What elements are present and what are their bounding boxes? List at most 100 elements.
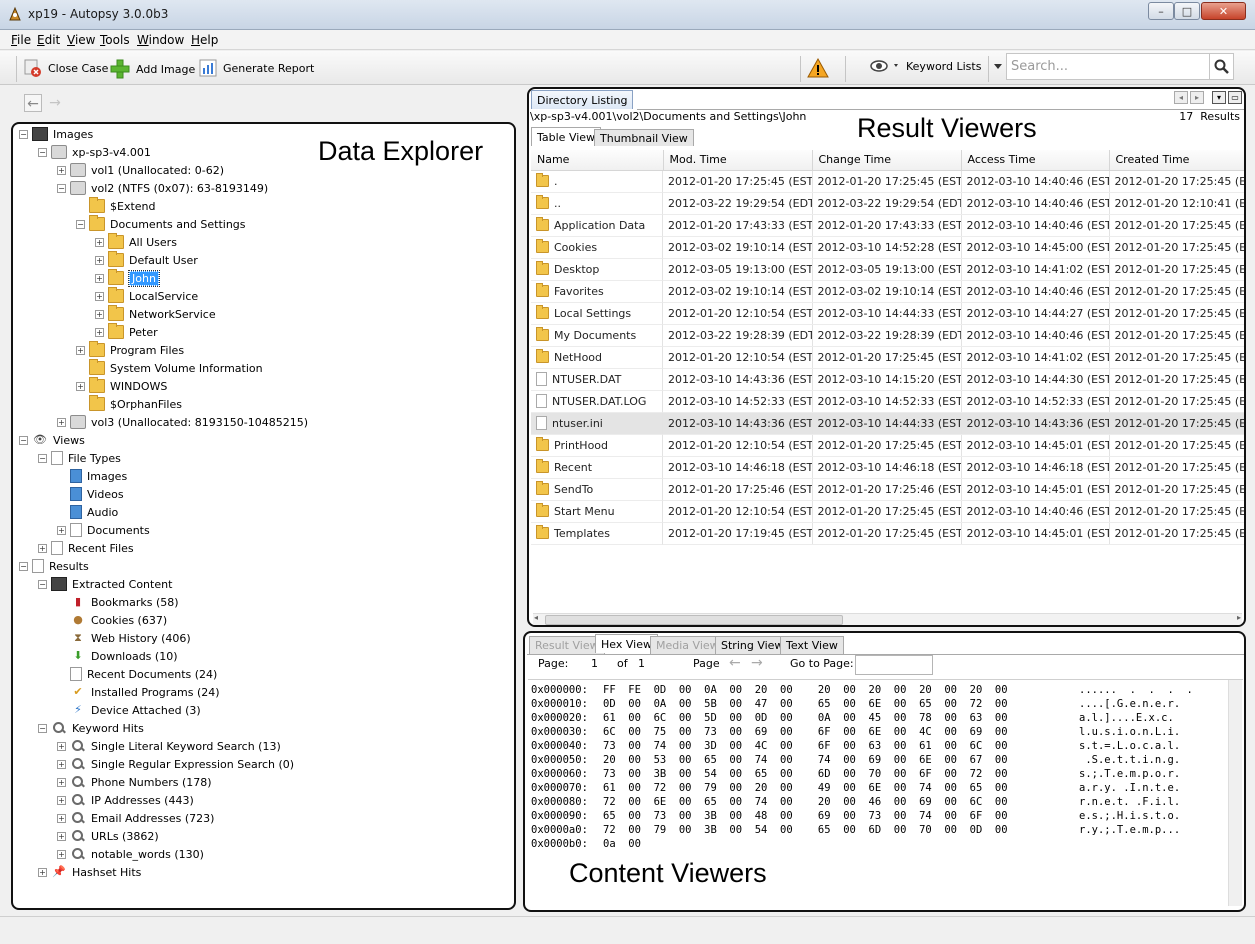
- tree-node-single-regular-expression-search-0[interactable]: + Single Regular Expression Search (0): [57, 755, 294, 773]
- table-row[interactable]: ntuser.ini 2012-03-10 14:43:36 (EST) 2012-…: [531, 412, 1244, 435]
- tab-table-view[interactable]: Table View: [531, 127, 602, 146]
- tree-node-vol3-unallocated-8193150-10485215[interactable]: + vol3 (Unallocated: 8193150-10485215): [57, 413, 308, 431]
- tree-node-cookies-637[interactable]: ● Cookies (637): [57, 611, 167, 629]
- table-row[interactable]: Recent 2012-03-10 14:46:18 (EST) 2012-03-1…: [531, 456, 1244, 479]
- tree-node-downloads-10[interactable]: ⬇ Downloads (10): [57, 647, 177, 665]
- maximize-panel-icon[interactable]: ▭: [1228, 91, 1242, 104]
- expand-icon[interactable]: +: [95, 291, 104, 301]
- expand-icon[interactable]: +: [57, 417, 66, 427]
- table-row[interactable]: My Documents 2012-03-22 19:28:39 (EDT) 201…: [531, 324, 1244, 347]
- collapse-icon[interactable]: −: [19, 561, 28, 571]
- expand-icon[interactable]: +: [95, 237, 104, 247]
- expand-icon[interactable]: +: [57, 777, 66, 787]
- tree-node-vol2-ntfs-0x07-63-8193149[interactable]: − vol2 (NTFS (0x07): 63-8193149): [57, 179, 268, 197]
- tree-node-peter[interactable]: + Peter: [95, 323, 158, 341]
- table-row[interactable]: .. 2012-03-22 19:29:54 (EDT) 2012-03-22 19…: [531, 192, 1244, 215]
- expand-icon[interactable]: +: [95, 273, 104, 283]
- table-row[interactable]: Templates 2012-01-20 17:19:45 (EST) 2012-0…: [531, 522, 1244, 545]
- expand-icon[interactable]: +: [95, 327, 104, 337]
- tree-node-videos[interactable]: Videos: [57, 485, 124, 503]
- keyword-lists-button[interactable]: Keyword Lists: [870, 59, 981, 73]
- menu-tools[interactable]: Tools: [100, 33, 130, 47]
- column-header-created-time[interactable]: Created Time: [1109, 150, 1244, 171]
- tree-node-email-addresses-723[interactable]: + Email Addresses (723): [57, 809, 214, 827]
- search-input[interactable]: Search...: [1006, 53, 1210, 80]
- table-row[interactable]: NTUSER.DAT.LOG 2012-03-10 14:52:33 (EST) 2…: [531, 390, 1244, 413]
- tree-node-bookmarks-58[interactable]: ▮ Bookmarks (58): [57, 593, 179, 611]
- scrollbar-thumb[interactable]: [545, 615, 843, 625]
- expand-icon[interactable]: +: [38, 867, 47, 877]
- tree-node-system-volume-information[interactable]: System Volume Information: [76, 359, 263, 377]
- next-page-icon[interactable]: →: [751, 655, 763, 671]
- tree-node-john[interactable]: + John: [95, 269, 160, 287]
- tab-directory-listing[interactable]: Directory Listing: [531, 90, 634, 109]
- scroll-tabs-left-icon[interactable]: ◂: [1174, 91, 1188, 104]
- tree-node-views[interactable]: − 👁 Views: [19, 431, 85, 449]
- menu-edit[interactable]: Edit: [37, 33, 60, 47]
- column-header-mod-time[interactable]: Mod. Time: [663, 150, 813, 171]
- table-row[interactable]: Favorites 2012-03-02 19:10:14 (EST) 2012-0…: [531, 280, 1244, 303]
- expand-icon[interactable]: +: [57, 165, 66, 175]
- scroll-right-icon[interactable]: ▸: [1237, 613, 1241, 622]
- tab-media-view[interactable]: Media View: [650, 636, 725, 654]
- tab-result-view[interactable]: Result View: [529, 636, 605, 654]
- collapse-icon[interactable]: −: [38, 579, 47, 589]
- tree-node-hashset-hits[interactable]: + 📌 Hashset Hits: [38, 863, 141, 881]
- tree-node-recent-documents-24[interactable]: Recent Documents (24): [57, 665, 217, 683]
- go-to-page-input[interactable]: [855, 655, 933, 675]
- tree-node-documents[interactable]: + Documents: [57, 521, 150, 539]
- maximize-button[interactable]: □: [1174, 2, 1200, 20]
- expand-icon[interactable]: +: [57, 813, 66, 823]
- collapse-icon[interactable]: −: [57, 183, 66, 193]
- expand-icon[interactable]: +: [76, 381, 85, 391]
- horizontal-scrollbar[interactable]: ◂ ▸: [533, 613, 1242, 625]
- column-header-name[interactable]: Name: [531, 150, 664, 171]
- expand-icon[interactable]: +: [95, 255, 104, 265]
- collapse-icon[interactable]: −: [76, 219, 85, 229]
- tree-node-device-attached-3[interactable]: ⚡ Device Attached (3): [57, 701, 201, 719]
- add-image-button[interactable]: Add Image: [110, 59, 195, 79]
- table-row[interactable]: SendTo 2012-01-20 17:25:46 (EST) 2012-01-2…: [531, 478, 1244, 501]
- tree-node-vol1-unallocated-0-62[interactable]: + vol1 (Unallocated: 0-62): [57, 161, 224, 179]
- search-dropdown-icon[interactable]: [994, 64, 1002, 70]
- tree-node-phone-numbers-178[interactable]: + Phone Numbers (178): [57, 773, 212, 791]
- menu-view[interactable]: View: [67, 33, 95, 47]
- tree-node-installed-programs-24[interactable]: ✔ Installed Programs (24): [57, 683, 219, 701]
- warning-icon[interactable]: [807, 58, 829, 78]
- expand-icon[interactable]: +: [38, 543, 47, 553]
- collapse-icon[interactable]: −: [38, 453, 47, 463]
- column-header-access-time[interactable]: Access Time: [961, 150, 1110, 171]
- tree-node-documents-and-settings[interactable]: − Documents and Settings: [76, 215, 246, 233]
- table-row[interactable]: Start Menu 2012-01-20 12:10:54 (EST) 2012-…: [531, 500, 1244, 523]
- collapse-icon[interactable]: −: [19, 435, 28, 445]
- tab-text-view[interactable]: Text View: [780, 636, 844, 654]
- tree-node-ip-addresses-443[interactable]: + IP Addresses (443): [57, 791, 194, 809]
- tab-string-view[interactable]: String View: [715, 636, 790, 654]
- expand-icon[interactable]: +: [57, 759, 66, 769]
- forward-arrow-icon[interactable]: →: [46, 94, 64, 112]
- expand-icon[interactable]: +: [57, 831, 66, 841]
- tab-thumbnail-view[interactable]: Thumbnail View: [594, 129, 694, 146]
- collapse-icon[interactable]: −: [38, 147, 47, 157]
- tree-node-default-user[interactable]: + Default User: [95, 251, 198, 269]
- table-row[interactable]: PrintHood 2012-01-20 12:10:54 (EST) 2012-0…: [531, 434, 1244, 457]
- close-case-button[interactable]: Close Case: [24, 59, 108, 77]
- menu-help[interactable]: Help: [191, 33, 218, 47]
- table-row[interactable]: NetHood 2012-01-20 12:10:54 (EST) 2012-01-…: [531, 346, 1244, 369]
- tab-hex-view[interactable]: Hex View: [595, 634, 658, 653]
- table-row[interactable]: Desktop 2012-03-05 19:13:00 (EST) 2012-03-…: [531, 258, 1244, 281]
- tree-node-windows[interactable]: + WINDOWS: [76, 377, 167, 395]
- tree-node-notable-words-130[interactable]: + notable_words (130): [57, 845, 204, 863]
- tree-node-xp-sp3-v4-001[interactable]: − xp-sp3-v4.001: [38, 143, 151, 161]
- tree-node-images[interactable]: − Images: [19, 125, 93, 143]
- table-row[interactable]: NTUSER.DAT 2012-03-10 14:43:36 (EST) 2012-…: [531, 368, 1244, 391]
- vertical-scrollbar[interactable]: [1228, 680, 1242, 906]
- tree-node-keyword-hits[interactable]: − Keyword Hits: [38, 719, 144, 737]
- generate-report-button[interactable]: Generate Report: [199, 59, 314, 77]
- tree-node-orphanfiles[interactable]: $OrphanFiles: [76, 395, 182, 413]
- tree-node-localservice[interactable]: + LocalService: [95, 287, 198, 305]
- collapse-icon[interactable]: −: [38, 723, 47, 733]
- expand-icon[interactable]: +: [57, 849, 66, 859]
- tree-node-urls-3862[interactable]: + URLs (3862): [57, 827, 159, 845]
- tree-node-recent-files[interactable]: + Recent Files: [38, 539, 134, 557]
